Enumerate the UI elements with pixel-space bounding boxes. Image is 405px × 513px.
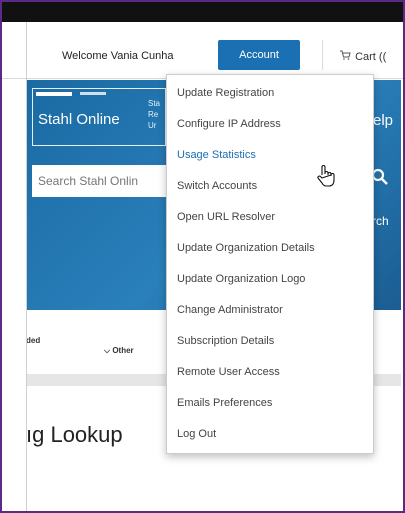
menu-item-log-out[interactable]: Log Out [177, 428, 216, 440]
menu-item-usage-statistics[interactable]: Usage Statistics [177, 149, 256, 161]
chevron-down-icon: ⌵ [104, 346, 111, 355]
filter-other-label: Other [112, 346, 134, 355]
cart-icon [340, 50, 352, 63]
page-title: ıg Lookup [26, 422, 123, 447]
cart-label: Cart (( [355, 51, 387, 63]
search-input[interactable] [32, 165, 168, 197]
menu-item-change-administrator[interactable]: Change Administrator [177, 304, 283, 316]
menu-item-open-url-resolver[interactable]: Open URL Resolver [177, 211, 275, 223]
search-label[interactable]: rch [372, 214, 389, 228]
logo-mark-secondary [80, 92, 106, 95]
top-bar [2, 2, 403, 22]
menu-item-emails-preferences[interactable]: Emails Preferences [177, 397, 272, 409]
hand-pointer-cursor-icon [316, 164, 336, 188]
filter-other[interactable]: ⌵ Other [104, 346, 134, 356]
menu-item-update-organization-details[interactable]: Update Organization Details [177, 242, 315, 254]
menu-item-update-registration[interactable]: Update Registration [177, 87, 274, 99]
filter-left[interactable]: ded [26, 336, 40, 345]
account-button[interactable]: Account [218, 40, 300, 70]
help-link[interactable]: elp [373, 112, 393, 129]
menu-item-remote-user-access[interactable]: Remote User Access [177, 366, 280, 378]
logo-title: Stahl Online [38, 111, 120, 128]
welcome-text: Welcome Vania Cunha [62, 50, 174, 62]
menu-item-update-organization-logo[interactable]: Update Organization Logo [177, 273, 305, 285]
cart-link[interactable]: Cart (( [340, 50, 386, 63]
account-dropdown-menu: Update Registration Configure IP Address… [166, 74, 374, 454]
header-divider [322, 40, 323, 70]
logo-subtitle: Sta Re Ur [148, 99, 161, 130]
menu-item-configure-ip-address[interactable]: Configure IP Address [177, 118, 281, 130]
menu-item-subscription-details[interactable]: Subscription Details [177, 335, 274, 347]
logo-mark [36, 92, 72, 96]
content-border [26, 22, 27, 511]
menu-item-switch-accounts[interactable]: Switch Accounts [177, 180, 257, 192]
